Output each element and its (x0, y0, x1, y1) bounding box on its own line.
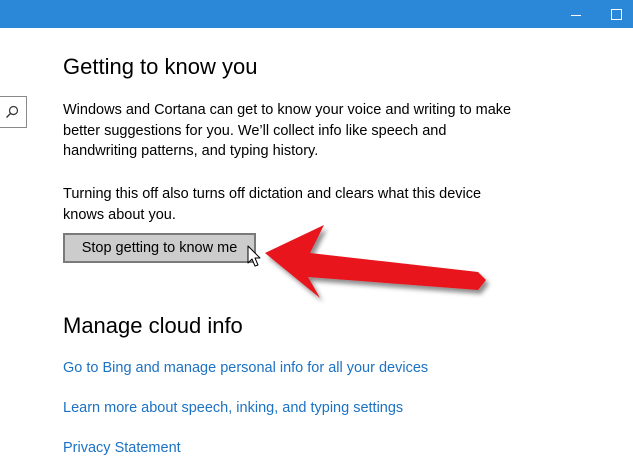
minimize-button[interactable] (556, 0, 596, 28)
section-description: Windows and Cortana can get to know your… (63, 102, 512, 159)
search-icon (6, 105, 19, 118)
section-heading-getting-to-know-you: Getting to know you (63, 54, 258, 79)
stop-getting-to-know-me-button[interactable]: Stop getting to know me (63, 233, 256, 263)
maximize-button[interactable] (596, 0, 633, 28)
red-arrow-icon (265, 225, 486, 298)
minimize-icon (571, 14, 581, 16)
section-heading-manage-cloud-info: Manage cloud info (63, 313, 243, 338)
speech-inking-typing-link[interactable]: Learn more about speech, inking, and typ… (63, 400, 403, 416)
title-bar (0, 0, 633, 28)
maximize-icon (610, 8, 622, 20)
search-box[interactable] (0, 96, 27, 128)
privacy-statement-link[interactable]: Privacy Statement (63, 440, 181, 456)
section-warning: Turning this off also turns off dictatio… (63, 186, 482, 223)
bing-personal-info-link[interactable]: Go to Bing and manage personal info for … (63, 360, 428, 376)
